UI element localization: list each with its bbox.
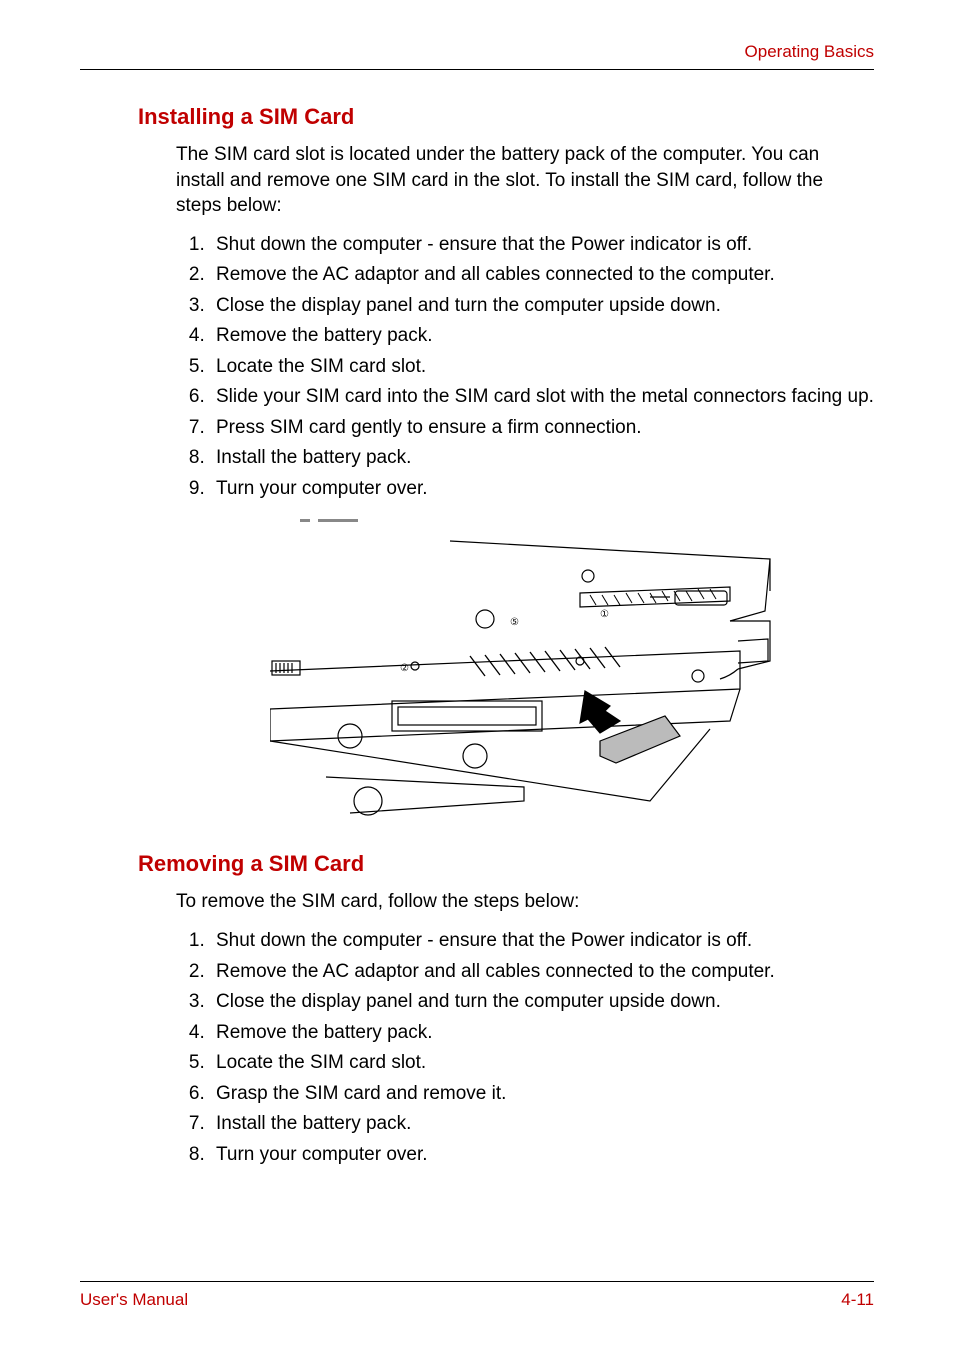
footer-right: 4-11 — [841, 1290, 874, 1310]
section-title-installing: Installing a SIM Card — [138, 104, 874, 130]
list-item: Install the battery pack. — [210, 1110, 874, 1139]
footer-left: User's Manual — [80, 1290, 188, 1310]
list-item: Locate the SIM card slot. — [210, 353, 874, 382]
page-header: Operating Basics — [80, 46, 874, 70]
steps-list-removing: Shut down the computer - ensure that the… — [176, 927, 874, 1169]
list-item: Shut down the computer - ensure that the… — [210, 927, 874, 956]
section-intro-installing: The SIM card slot is located under the b… — [176, 142, 874, 219]
list-item: Slide your SIM card into the SIM card sl… — [210, 383, 874, 412]
list-item: Grasp the SIM card and remove it. — [210, 1080, 874, 1109]
list-item: Remove the battery pack. — [210, 322, 874, 351]
list-item: Close the display panel and turn the com… — [210, 292, 874, 321]
list-item: Turn your computer over. — [210, 1141, 874, 1170]
list-item: Remove the battery pack. — [210, 1019, 874, 1048]
list-item: Remove the AC adaptor and all cables con… — [210, 261, 874, 290]
section-title-removing: Removing a SIM Card — [138, 851, 874, 877]
svg-text:②: ② — [400, 663, 409, 674]
list-item: Press SIM card gently to ensure a firm c… — [210, 414, 874, 443]
page-content: Installing a SIM Card The SIM card slot … — [80, 104, 874, 1169]
sim-install-diagram: ⑤ ② ① — [270, 511, 780, 831]
steps-list-installing: Shut down the computer - ensure that the… — [176, 231, 874, 504]
list-item: Shut down the computer - ensure that the… — [210, 231, 874, 260]
list-item: Remove the AC adaptor and all cables con… — [210, 958, 874, 987]
list-item: Install the battery pack. — [210, 444, 874, 473]
list-item: Close the display panel and turn the com… — [210, 988, 874, 1017]
svg-text:①: ① — [600, 609, 609, 620]
list-item: Turn your computer over. — [210, 475, 874, 504]
page-footer: User's Manual 4-11 — [80, 1281, 874, 1310]
list-item: Locate the SIM card slot. — [210, 1049, 874, 1078]
header-section-label: Operating Basics — [745, 42, 874, 62]
svg-text:⑤: ⑤ — [510, 617, 519, 628]
section-intro-removing: To remove the SIM card, follow the steps… — [176, 889, 874, 915]
